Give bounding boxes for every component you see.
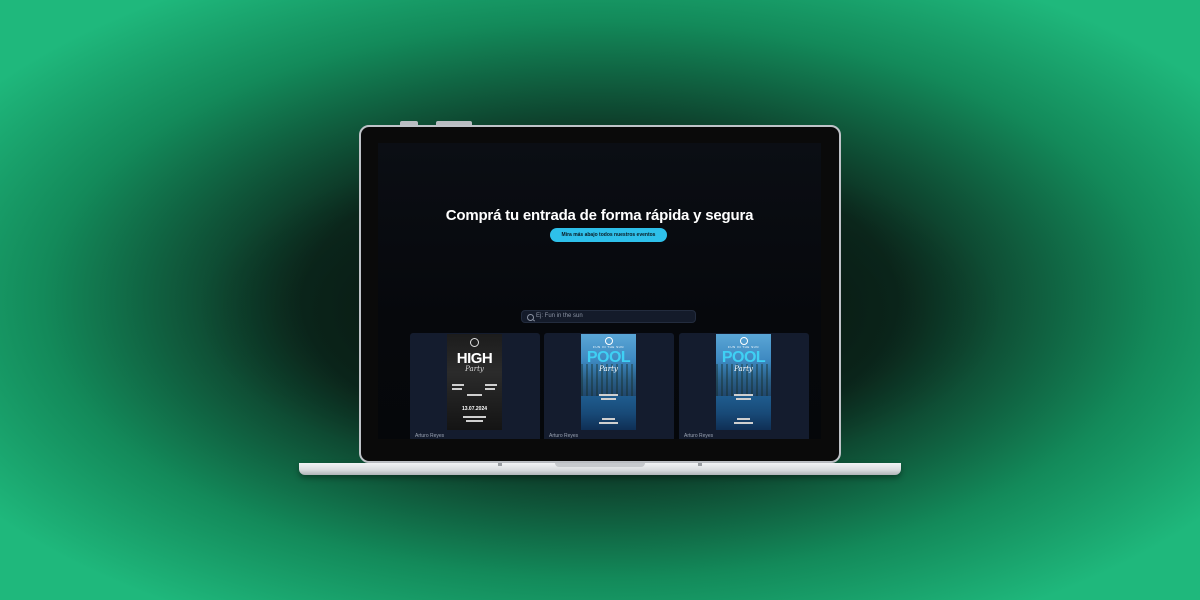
laptop-hinge — [698, 463, 702, 466]
event-poster: HIGH Party 13.07.2024 — [447, 334, 502, 430]
poster-water — [716, 396, 771, 430]
event-card[interactable]: HIGH Party 13.07.2024 Arturo Reyes — [410, 333, 540, 439]
poster-detail-line — [599, 422, 618, 424]
poster-detail-line — [485, 388, 495, 390]
search-input[interactable]: Ej: Fun in the sun — [521, 310, 696, 323]
laptop-screen: Comprá tu entrada de forma rápida y segu… — [378, 143, 821, 439]
laptop-notch — [555, 463, 645, 467]
poster-detail-line — [734, 422, 753, 424]
poster-detail-line — [601, 398, 616, 400]
poster-subtitle: Party — [599, 365, 618, 373]
poster-subtitle: Party — [465, 365, 484, 373]
poster-detail-line — [452, 384, 464, 386]
logo-icon — [470, 338, 479, 347]
event-author: Arturo Reyes — [684, 433, 714, 439]
poster-detail-line — [463, 416, 486, 418]
event-poster: FUN IN THE SUN POOL Party — [716, 334, 771, 430]
sun-icon — [605, 337, 613, 345]
poster-detail-line — [467, 394, 482, 396]
event-card[interactable]: FUN IN THE SUN POOL Party Arturo Reyes — [679, 333, 809, 439]
event-poster: FUN IN THE SUN POOL Party — [581, 334, 636, 430]
page-headline: Comprá tu entrada de forma rápida y segu… — [445, 207, 754, 224]
see-events-button[interactable]: Mira más abajo todos nuestros eventos — [550, 228, 667, 242]
poster-detail-line — [734, 394, 753, 396]
poster-detail-line — [485, 384, 497, 386]
poster-detail-line — [602, 418, 615, 420]
poster-detail-line — [466, 420, 483, 422]
search-icon — [527, 314, 534, 321]
laptop-hinge — [498, 463, 502, 466]
sun-icon — [740, 337, 748, 345]
poster-detail-line — [736, 398, 751, 400]
poster-detail-line — [737, 418, 750, 420]
event-card[interactable]: FUN IN THE SUN POOL Party Arturo Reyes — [544, 333, 674, 439]
poster-date: 13.07.2024 — [461, 406, 488, 412]
poster-water — [581, 396, 636, 430]
poster-subtitle: Party — [734, 365, 753, 373]
event-author: Arturo Reyes — [415, 433, 445, 439]
event-author: Arturo Reyes — [549, 433, 579, 439]
poster-detail-line — [452, 388, 462, 390]
search-placeholder: Ej: Fun in the sun — [536, 313, 583, 319]
poster-detail-line — [599, 394, 618, 396]
